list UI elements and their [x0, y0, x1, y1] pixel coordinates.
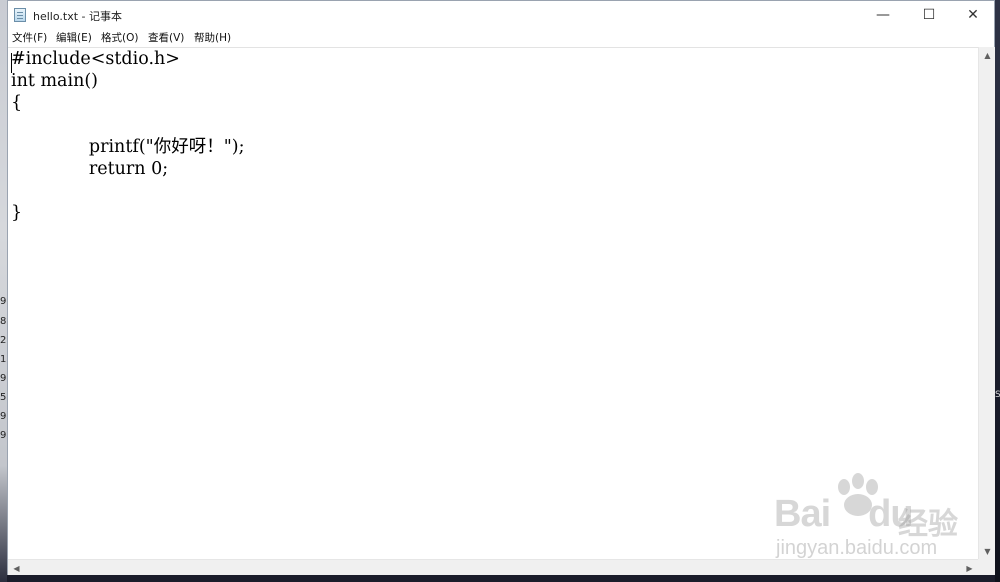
menu-format[interactable]: 格式(O) [101, 30, 138, 46]
scroll-right-icon[interactable]: ▶ [961, 560, 978, 576]
bg-char: S [995, 390, 1000, 400]
scroll-down-icon[interactable]: ▼ [979, 543, 996, 559]
code-line: int main() [11, 71, 99, 91]
menu-help[interactable]: 帮助(H) [194, 30, 231, 46]
bg-number: 9 [0, 373, 7, 384]
close-button[interactable]: ✕ [950, 1, 996, 29]
code-line: { [11, 93, 23, 113]
maximize-button[interactable]: ☐ [906, 1, 952, 29]
desktop-right-edge: S [995, 0, 1000, 582]
window-title: hello.txt - 记事本 [33, 10, 122, 23]
bg-number: 5 [0, 392, 7, 403]
vertical-scrollbar[interactable]: ▲ ▼ [978, 47, 995, 559]
bg-number: 9 [0, 430, 7, 441]
bg-number: 2 [0, 335, 7, 346]
code-line: return 0; [11, 159, 169, 179]
notepad-icon [14, 8, 26, 22]
bg-number: 8 [0, 316, 7, 327]
scroll-up-icon[interactable]: ▲ [979, 47, 996, 63]
text-editor[interactable]: #include<stdio.h> int main() { printf("你… [8, 47, 978, 560]
title-bar[interactable]: hello.txt - 记事本 — ☐ ✕ [8, 1, 994, 29]
horizontal-scrollbar[interactable]: ◀ ▶ [8, 559, 978, 575]
code-line: } [11, 203, 23, 223]
minimize-button[interactable]: — [860, 1, 906, 29]
bg-number: 1 [0, 354, 7, 365]
menu-view[interactable]: 查看(V) [148, 30, 184, 46]
desktop-left-edge: 9 8 2 1 9 5 9 9 [0, 0, 7, 582]
bg-number: 9 [0, 411, 7, 422]
scroll-left-icon[interactable]: ◀ [8, 560, 25, 576]
code-line: #include<stdio.h> [11, 49, 180, 69]
bg-number: 9 [0, 296, 7, 307]
menu-edit[interactable]: 编辑(E) [56, 30, 92, 46]
code-line: printf("你好呀！"); [11, 137, 245, 157]
notepad-window: hello.txt - 记事本 — ☐ ✕ 文件(F) 编辑(E) 格式(O) … [7, 0, 995, 575]
menu-file[interactable]: 文件(F) [12, 30, 47, 46]
scrollbar-corner [978, 559, 995, 575]
menu-bar: 文件(F) 编辑(E) 格式(O) 查看(V) 帮助(H) [8, 29, 994, 47]
